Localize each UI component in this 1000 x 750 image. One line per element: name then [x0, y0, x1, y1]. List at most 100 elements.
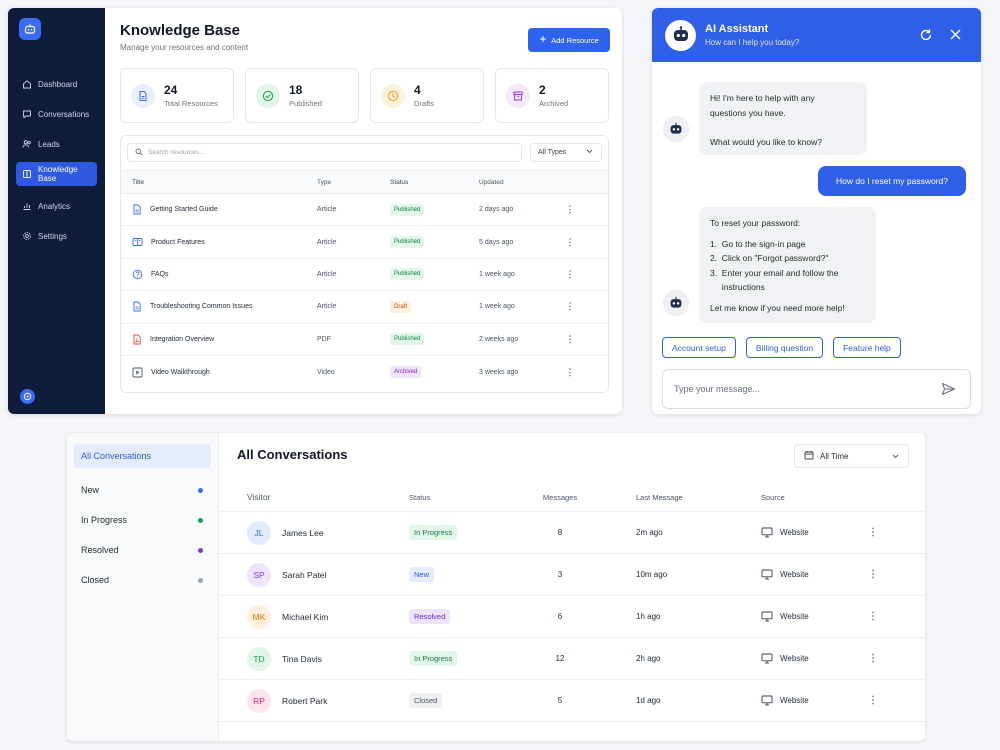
resource-updated: 1 week ago [479, 270, 515, 278]
bot-avatar-icon [663, 290, 689, 316]
time-filter-value: All Time [820, 451, 849, 461]
knowledge-base-panel: Dashboard Conversations Leads Knowledge Bas… [8, 8, 622, 414]
status-dot [198, 577, 203, 583]
resource-title[interactable]: FAQs [151, 271, 169, 278]
visitor-name[interactable]: Robert Park [282, 696, 327, 706]
col-last-message: Last Message [636, 492, 683, 502]
more-options-icon[interactable]: ⋮ [863, 527, 883, 538]
stat-value: 4 [414, 83, 421, 97]
filter-resolved[interactable]: Resolved [74, 538, 211, 562]
stat-value: 18 [289, 83, 303, 97]
status-badge: Archived [390, 366, 422, 379]
search-input[interactable]: Search resources... [127, 143, 522, 162]
filter-all-conversations[interactable]: All Conversations [74, 444, 211, 468]
book-open-icon [132, 237, 143, 247]
more-options-icon[interactable]: ⋮ [560, 269, 580, 280]
sidebar-item-settings[interactable]: Settings [16, 224, 97, 248]
visitor-name[interactable]: Michael Kim [282, 612, 328, 622]
resource-title[interactable]: Video Walkthrough [151, 369, 210, 376]
time-filter-select[interactable]: All Time [794, 444, 909, 468]
more-options-icon[interactable]: ⋮ [560, 334, 580, 345]
avatar: JL [247, 520, 271, 545]
stat-value: 24 [164, 83, 178, 97]
table-header: Title Type Status Updated [121, 170, 608, 194]
col-visitor: Visitor [247, 492, 271, 502]
status-badge: Published [390, 268, 425, 281]
filter-new[interactable]: New [74, 478, 211, 502]
pdf-icon [132, 334, 142, 345]
source-label: Website [780, 528, 809, 537]
table-row[interactable]: RP Robert Park Closed 5 1d ago Website ⋮ [219, 680, 925, 722]
add-resource-button[interactable]: Add Resource [528, 28, 610, 52]
more-options-icon[interactable]: ⋮ [863, 569, 883, 580]
table-row[interactable]: SP Sarah Patel New 3 10m ago Website ⋮ [219, 554, 925, 596]
more-options-icon[interactable]: ⋮ [863, 611, 883, 622]
avatar: RP [247, 688, 271, 713]
close-icon[interactable] [949, 28, 962, 46]
refresh-icon[interactable] [919, 28, 933, 47]
sidebar-item-dashboard[interactable]: Dashboard [16, 72, 97, 96]
table-row[interactable]: MK Michael Kim Resolved 6 1h ago Website ⋮ [219, 596, 925, 638]
more-options-icon[interactable]: ⋮ [560, 237, 580, 248]
resource-updated: 5 days ago [479, 238, 514, 246]
chat-icon [22, 109, 32, 119]
chat-title: AI Assistant [705, 23, 769, 35]
last-message-time: 10m ago [636, 570, 668, 579]
more-options-icon[interactable]: ⋮ [863, 653, 883, 664]
last-message-time: 1d ago [636, 696, 661, 705]
filter-closed[interactable]: Closed [74, 568, 211, 592]
table-row[interactable]: TD Tina Davis In Progress 12 2h ago Website ⋮ [219, 638, 925, 680]
sidebar-item-knowledge-base[interactable]: Knowledge Base [16, 162, 97, 186]
last-message-time: 1h ago [636, 612, 661, 621]
visitor-name[interactable]: James Lee [282, 528, 324, 538]
bot-message-step: 2. Click on "Forgot password?" [710, 253, 829, 263]
resource-title[interactable]: Troubleshooting Common Issues [150, 303, 252, 310]
quick-reply-feature-help[interactable]: Feature help [833, 337, 901, 358]
more-options-icon[interactable]: ⋮ [560, 204, 580, 215]
status-badge: In Progress [409, 651, 458, 666]
plus-icon [539, 35, 547, 45]
sidebar-item-analytics[interactable]: Analytics [16, 194, 97, 218]
help-icon[interactable] [20, 389, 35, 404]
table-row[interactable]: FAQs Article Published 1 week ago ⋮ [121, 259, 608, 292]
filter-label: Closed [81, 575, 110, 585]
resource-type: Article [317, 206, 337, 214]
send-icon[interactable] [941, 382, 956, 398]
status-badge: Draft [390, 300, 412, 313]
sidebar-item-leads[interactable]: Leads [16, 132, 97, 156]
visitor-name[interactable]: Sarah Patel [282, 570, 326, 580]
resource-title[interactable]: Integration Overview [150, 336, 214, 343]
status-badge: Published [390, 236, 425, 249]
type-filter-value: All Types [538, 149, 567, 156]
resource-title[interactable]: Getting Started Guide [150, 206, 218, 213]
status-badge: Closed [409, 693, 443, 708]
visitor-name[interactable]: Tina Davis [282, 654, 322, 664]
table-row[interactable]: Product Features Article Published 5 days a… [121, 226, 608, 259]
message-count: 8 [557, 528, 563, 537]
resource-title[interactable]: Product Features [151, 239, 205, 246]
message-input[interactable]: Type your message... [662, 369, 971, 409]
stat-value: 2 [539, 83, 546, 97]
bot-avatar-icon [663, 116, 689, 142]
users-icon [22, 139, 32, 149]
more-options-icon[interactable]: ⋮ [560, 367, 580, 378]
calendar-icon [804, 450, 814, 462]
resource-type: Article [317, 270, 337, 278]
logo-icon[interactable] [19, 18, 41, 40]
table-row[interactable]: Getting Started Guide Article Published 2 d… [121, 194, 608, 227]
message-count: 3 [557, 570, 563, 579]
table-row[interactable]: Troubleshooting Common Issues Article Draf… [121, 291, 608, 324]
sidebar-item-conversations[interactable]: Conversations [16, 102, 97, 126]
resource-type: PDF [317, 335, 331, 343]
more-options-icon[interactable]: ⋮ [863, 695, 883, 706]
status-dot [198, 517, 203, 523]
filter-in-progress[interactable]: In Progress [74, 508, 211, 532]
more-options-icon[interactable]: ⋮ [560, 301, 580, 312]
quick-reply-billing-question[interactable]: Billing question [745, 337, 824, 358]
kb-main: Knowledge Base Manage your resources and… [105, 8, 622, 414]
table-row[interactable]: Integration Overview PDF Published 2 weeks … [121, 324, 608, 356]
table-row[interactable]: JL James Lee In Progress 8 2m ago Website ⋮ [219, 512, 925, 554]
type-filter-select[interactable]: All Types [530, 143, 602, 162]
table-row[interactable]: Video Walkthrough Video Archived 3 weeks ag… [121, 356, 608, 388]
quick-reply-account-setup[interactable]: Account setup [662, 337, 736, 358]
